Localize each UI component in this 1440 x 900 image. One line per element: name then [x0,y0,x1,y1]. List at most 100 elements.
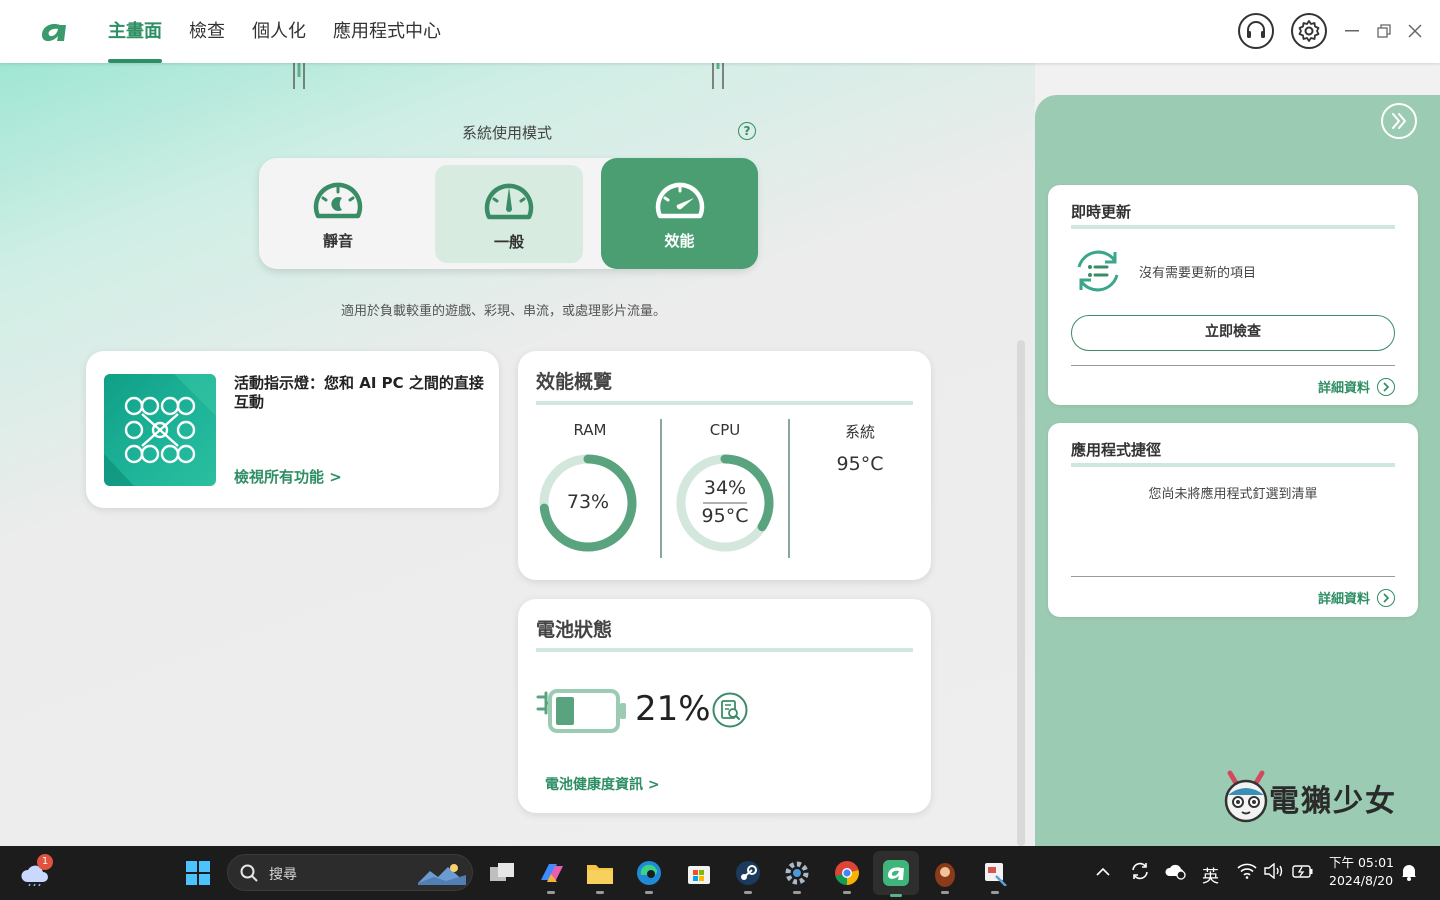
update-details-link[interactable]: 詳細資料 [1318,377,1395,396]
mode-normal-label: 一般 [493,232,524,251]
title-divider [1071,463,1395,467]
tab-app-center[interactable]: 應用程式中心 [333,0,441,63]
mode-normal-button[interactable]: 一般 [435,165,583,263]
mode-performance-button[interactable]: 效能 [601,158,758,269]
otter-mascot-logo [1224,770,1268,823]
main-content: 系統使用模式 ? 靜音 一般 效能 適用於負載較重的遊戲、彩現、串流，或處理影片… [0,63,1035,846]
system-temp-value: 95°C [836,453,884,475]
tab-check[interactable]: 檢查 [189,0,225,63]
clock-time: 下午 05:01 [1329,855,1394,870]
activity-light-image [104,374,216,486]
clock-date: 2024/8/20 [1329,873,1394,888]
file-explorer-icon[interactable] [585,858,615,894]
system-label: 系統 [844,423,875,441]
battery-percent: 21% [635,689,711,729]
shortcut-details-link[interactable]: 詳細資料 [1318,588,1395,607]
title-divider [536,648,913,652]
task-view-icon[interactable] [487,858,517,888]
title-divider [536,401,913,405]
help-icon[interactable]: ? [738,122,756,140]
volume-icon[interactable] [1264,862,1284,884]
title-divider [1071,225,1395,229]
battery-charging-tray-icon[interactable] [1292,863,1314,884]
search-icon [240,864,258,882]
running-indicator [793,891,801,894]
battery-title: 電池狀態 [536,619,613,641]
activity-indicator-card[interactable]: 活動指示燈：您和 AI PC 之間的直接互動 檢視所有功能 > [86,351,499,508]
search-highlight-icon [418,864,466,885]
shortcut-title: 應用程式捷徑 [1071,441,1162,459]
settings-app-icon[interactable] [782,858,812,894]
silent-gauge-icon [313,182,363,219]
onedrive-cloud-icon[interactable] [1164,861,1188,886]
live-update-card: 即時更新 沒有需要更新的項目 立即檢查 詳細資料 [1048,185,1418,405]
shortcut-details-label: 詳細資料 [1317,592,1370,607]
wifi-icon[interactable] [1237,863,1257,884]
app-avatar-icon[interactable] [930,858,960,894]
performance-overview-card: 效能概覽 RAM 73% CPU 34% 95°C 系統 95°C [518,351,931,580]
running-indicator [941,891,949,894]
app-logo-icon[interactable] [38,16,70,48]
running-indicator [596,891,604,894]
tab-personalize[interactable]: 個人化 [252,0,306,63]
title-bar: 主畫面 檢查 個人化 應用程式中心 [0,0,1440,63]
sync-status-icon[interactable] [1129,860,1151,887]
check-now-button[interactable]: 立即檢查 [1071,315,1395,351]
normal-gauge-icon [484,183,534,219]
snipping-tool-icon[interactable] [980,858,1010,894]
view-all-features-link[interactable]: 檢視所有功能 > [234,466,342,487]
update-status: 沒有需要更新的項目 [1139,266,1257,281]
edge-browser-icon[interactable] [634,858,664,894]
acer-app-icon[interactable] [873,851,919,897]
input-method-indicator[interactable]: 英 [1202,862,1219,887]
column-divider [788,419,790,558]
battery-level-fill [556,697,574,725]
cpu-usage-value: 34% [703,477,747,499]
settings-gear-icon[interactable] [1291,13,1327,49]
mode-silent-button[interactable]: 靜音 [259,158,417,269]
running-indicator [744,891,752,894]
show-hidden-icons-chevron[interactable] [1096,862,1110,882]
support-headset-icon[interactable] [1238,13,1274,49]
mode-silent-label: 靜音 [322,232,353,250]
update-title: 即時更新 [1071,203,1132,221]
main-scrollbar[interactable] [1017,340,1025,846]
running-indicator [547,891,555,894]
battery-report-icon[interactable] [712,692,748,728]
cpu-temp-value: 95°C [701,505,749,527]
copilot-icon[interactable] [536,858,566,894]
ram-value: 73% [566,491,610,513]
restore-icon[interactable] [1373,20,1395,42]
running-indicator [645,891,653,894]
minimize-icon[interactable] [1341,20,1363,42]
start-windows-icon[interactable] [183,858,213,888]
system-clock[interactable]: 下午 05:01 2024/8/20 [1329,854,1394,890]
battery-status-card: 電池狀態 21% 電池健康度資訊 > [518,599,931,813]
watermark-text: 電獺少女 [1269,784,1397,819]
search-placeholder: 搜尋 [269,867,297,883]
close-icon[interactable] [1404,20,1426,42]
mode-description: 適用於負載較重的遊戲、彩現、串流，或處理影片流量。 [341,304,667,319]
update-details-label: 詳細資料 [1317,381,1370,396]
battery-health-link[interactable]: 電池健康度資訊 > [545,774,660,794]
steam-icon[interactable] [733,858,763,894]
taskbar-search-box[interactable]: 搜尋 [227,854,473,891]
cpu-gauge [676,454,774,552]
running-indicator [843,891,851,894]
notification-bell-icon[interactable] [1400,863,1418,886]
main-nav: 主畫面 檢查 個人化 應用程式中心 [108,0,441,63]
refresh-list-icon [1077,250,1119,292]
app-shortcut-card: 應用程式捷徑 您尚未將應用程式釘選到清單 詳細資料 [1048,423,1418,617]
collapse-panel-icon[interactable] [1381,103,1417,139]
mode-title: 系統使用模式 [462,124,553,142]
tab-home[interactable]: 主畫面 [108,0,162,63]
scale-marker-icon [712,63,724,89]
chevron-right-icon [1377,377,1395,396]
chrome-icon[interactable] [832,858,862,894]
cpu-label: CPU [709,421,741,439]
microsoft-store-icon[interactable] [684,858,714,888]
active-indicator [890,894,902,897]
running-indicator [991,891,999,894]
scale-marker-icon [293,63,305,89]
windows-taskbar: 搜尋 英 下午 05:01 2024/8/20 [0,846,1440,900]
